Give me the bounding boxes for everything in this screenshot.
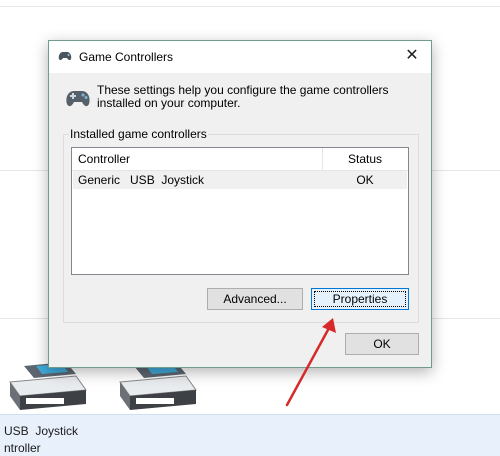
device-name-text: USB Joystick xyxy=(4,424,79,438)
game-controllers-dialog: Game Controllers ✕ These settings help y… xyxy=(48,40,432,368)
gamepad-icon xyxy=(58,52,72,61)
advanced-button[interactable]: Advanced... xyxy=(207,288,303,310)
list-header: Controller Status xyxy=(72,148,408,171)
column-header-controller[interactable]: Controller xyxy=(78,152,130,166)
ok-button[interactable]: OK xyxy=(345,333,419,355)
list-item[interactable]: Generic USB Joystick OK xyxy=(73,171,407,189)
close-button[interactable]: ✕ xyxy=(399,44,425,68)
dialog-title: Game Controllers xyxy=(79,50,174,64)
controller-status-cell: OK xyxy=(356,173,374,187)
controller-name-cell: Generic USB Joystick xyxy=(78,173,205,187)
controllers-list[interactable]: Controller Status Generic USB Joystick O… xyxy=(71,147,409,275)
intro-description: These settings help you configure the ga… xyxy=(97,83,389,110)
group-label: Installed game controllers xyxy=(69,127,208,141)
dialog-titlebar[interactable]: Game Controllers ✕ xyxy=(49,41,431,73)
device-details-pane: USB Joystick ntroller xyxy=(0,414,500,456)
gamepad-large-icon xyxy=(66,91,90,107)
device-category-text: ntroller xyxy=(4,441,41,455)
properties-button[interactable]: Properties xyxy=(311,288,409,310)
column-header-status[interactable]: Status xyxy=(322,152,408,166)
background-divider-top xyxy=(0,6,500,7)
